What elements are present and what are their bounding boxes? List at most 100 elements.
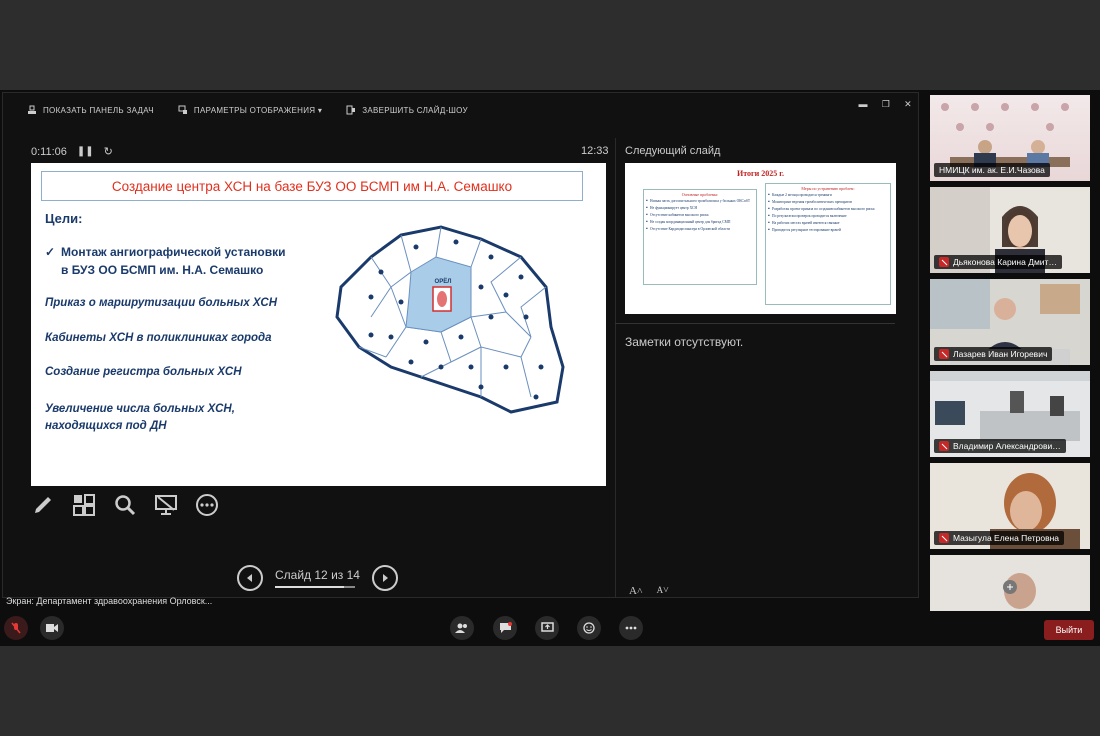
more-button[interactable] (619, 616, 643, 640)
camera-icon (46, 624, 58, 632)
slide-title: Создание центра ХСН на базе БУЗ ОО БСМП … (41, 171, 583, 201)
chat-button[interactable] (493, 616, 517, 640)
taskbar-icon (28, 105, 36, 114)
participant-name-text: НМИЦК им. ак. Е.И.Чазова (939, 165, 1045, 175)
goal-5-line-1: Увеличение числа больных ХСН, (45, 403, 235, 415)
presenter-toolbar: ПОКАЗАТЬ ПАНЕЛЬ ЗАДАЧ ПАРАМЕТРЫ ОТОБРАЖЕ… (3, 93, 918, 127)
pause-icon[interactable]: ❚❚ (77, 146, 94, 157)
display-settings-button[interactable]: ПАРАМЕТРЫ ОТОБРАЖЕНИЯ ▾ (178, 105, 322, 115)
arrow-left-icon (247, 574, 252, 582)
slide-progress-fill (275, 586, 344, 588)
minimize-icon[interactable]: ▬ (858, 99, 867, 110)
preview-problem-item: Не функционирует центр ХСН (646, 206, 753, 210)
participant-tile[interactable]: Дьяконова Карина Дмит… (930, 187, 1090, 273)
notes-divider (615, 323, 895, 324)
slide-navigation: Слайд 12 из 14 (237, 565, 398, 591)
next-slide-preview[interactable]: Итоги 2025 г. Основные проблемы: Низкая … (625, 163, 896, 314)
goal-1-line-2: в БУЗ ОО БСМП им. Н.А. Семашко (61, 263, 264, 277)
preview-problem-item: Не создан координационный центр для бриг… (646, 220, 753, 224)
participant-tile[interactable]: НМИЦК им. ак. Е.И.Чазова (930, 95, 1090, 181)
presenter-view: ПОКАЗАТЬ ПАНЕЛЬ ЗАДАЧ ПАРАМЕТРЫ ОТОБРАЖЕ… (2, 92, 919, 598)
participant-name: Мазыгула Елена Петровна (934, 531, 1065, 545)
microphone-toggle-button[interactable] (4, 616, 28, 640)
preview-problem-item: Отсутствие Кардиодиспансера в Орловской … (646, 227, 753, 231)
end-slideshow-button[interactable]: ЗАВЕРШИТЬ СЛАЙД-ШОУ (346, 105, 468, 115)
participant-tile[interactable]: Лазарев Иван Игоревич (930, 279, 1090, 365)
call-controls: Выйти (0, 612, 1100, 646)
preview-problems-box: Основные проблемы: Низкая часть догоспит… (643, 189, 757, 285)
preview-problem-item: Отсутствие кабинетов высокого риска (646, 213, 753, 217)
show-taskbar-label: ПОКАЗАТЬ ПАНЕЛЬ ЗАДАЧ (43, 105, 154, 115)
region-map: ОРЁЛ (335, 225, 565, 414)
zoom-icon[interactable] (113, 493, 137, 517)
participant-video (1003, 573, 1036, 609)
end-slideshow-icon (346, 105, 356, 115)
current-slide: Создание центра ХСН на базе БУЗ ОО БСМП … (31, 163, 606, 486)
participant-name-text: Дьяконова Карина Дмит… (953, 257, 1057, 267)
show-taskbar-button[interactable]: ПОКАЗАТЬ ПАНЕЛЬ ЗАДАЧ (27, 105, 154, 115)
preview-measures-heading: Меры по устранению проблем: (801, 186, 855, 191)
goal-2: Приказ о маршрутизации больных ХСН (45, 297, 278, 309)
end-slideshow-label: ЗАВЕРШИТЬ СЛАЙД-ШОУ (362, 105, 468, 115)
checkmark-icon: ✓ (45, 245, 56, 259)
participants-button[interactable] (450, 616, 474, 640)
participant-name: НМИЦК им. ак. Е.И.Чазова (934, 163, 1050, 177)
see-all-slides-icon[interactable] (72, 493, 96, 517)
increase-font-label: A (629, 585, 637, 597)
next-slide-label: Следующий слайд (625, 145, 721, 157)
display-settings-label: ПАРАМЕТРЫ ОТОБРАЖЕНИЯ ▾ (193, 105, 323, 115)
slide-counter: Слайд 12 из 14 (275, 568, 360, 588)
goal-3: Кабинеты ХСН в поликлиниках города (45, 332, 272, 344)
preview-measure-item: По результатам проверок проводится включ… (768, 214, 887, 218)
preview-measure-item: Проводится регулярное тестирование враче… (768, 228, 887, 232)
restore-icon[interactable]: ❐ (882, 99, 890, 110)
participant-name: Лазарев Иван Игоревич (934, 347, 1053, 361)
window-controls: ▬ ❐ ✕ (858, 99, 912, 110)
smile-icon (583, 622, 595, 634)
mic-off-icon (939, 441, 949, 451)
goal-1: ✓ Монтаж ангиографической установки в БУЗ… (45, 243, 285, 279)
chat-icon (499, 622, 512, 633)
preview-problems-heading: Основные проблемы: (681, 192, 719, 197)
notes-font-controls: A˄ A˅ (629, 585, 669, 597)
arrow-right-icon (382, 574, 388, 582)
screen-share-label: Экран: Департамент здравоохранения Орлов… (6, 596, 213, 606)
goal-1-line-1: Монтаж ангиографической установки (61, 245, 286, 259)
share-screen-button[interactable] (535, 616, 559, 640)
reactions-button[interactable] (577, 616, 601, 640)
goal-4: Создание регистра больных ХСН (45, 366, 242, 378)
participant-tile[interactable]: Мазыгула Елена Петровна (930, 463, 1090, 549)
preview-title: Итоги 2025 г. (736, 169, 785, 178)
speaker-notes: Заметки отсутствуют. (625, 335, 744, 349)
decrease-font-button[interactable]: A˅ (657, 585, 669, 597)
more-options-icon[interactable] (195, 493, 219, 517)
restart-timer-icon[interactable]: ↻ (104, 145, 113, 158)
decrease-font-label: A (656, 585, 664, 595)
participant-name: Дьяконова Карина Дмит… (934, 255, 1062, 269)
pen-icon[interactable] (31, 493, 55, 517)
increase-font-button[interactable]: A˄ (629, 585, 643, 597)
camera-toggle-button[interactable] (40, 616, 64, 640)
pane-divider[interactable] (615, 138, 616, 598)
black-screen-icon[interactable] (154, 493, 178, 517)
next-slide-button[interactable] (371, 565, 398, 591)
goal-5-line-2: находящихся под ДН (45, 420, 167, 432)
participants-icon (455, 623, 467, 633)
participant-name-text: Лазарев Иван Игоревич (953, 349, 1048, 359)
participant-tile[interactable] (930, 555, 1090, 611)
leave-call-button[interactable]: Выйти (1044, 620, 1094, 640)
share-screen-icon (540, 622, 554, 632)
close-icon[interactable]: ✕ (904, 99, 912, 110)
oryol-city-emblem (437, 291, 447, 307)
preview-measure-item: Каждые 2 месяца проводятся тренинги (768, 193, 887, 197)
mic-off-icon (939, 349, 949, 359)
participant-name: Владимир Александрови… (934, 439, 1066, 453)
conference-window: ПОКАЗАТЬ ПАНЕЛЬ ЗАДАЧ ПАРАМЕТРЫ ОТОБРАЖЕ… (0, 90, 1100, 646)
preview-measures-box: Меры по устранению проблем: Каждые 2 мес… (765, 183, 891, 305)
previous-slide-button[interactable] (237, 565, 263, 591)
participant-name-text: Мазыгула Елена Петровна (953, 533, 1060, 543)
participant-name-text: Владимир Александрови… (953, 441, 1061, 451)
preview-measure-item: Разработан проект приказа по созданию ка… (768, 207, 887, 211)
participant-tile[interactable]: Владимир Александрови… (930, 371, 1090, 457)
presenter-tools (31, 493, 219, 517)
